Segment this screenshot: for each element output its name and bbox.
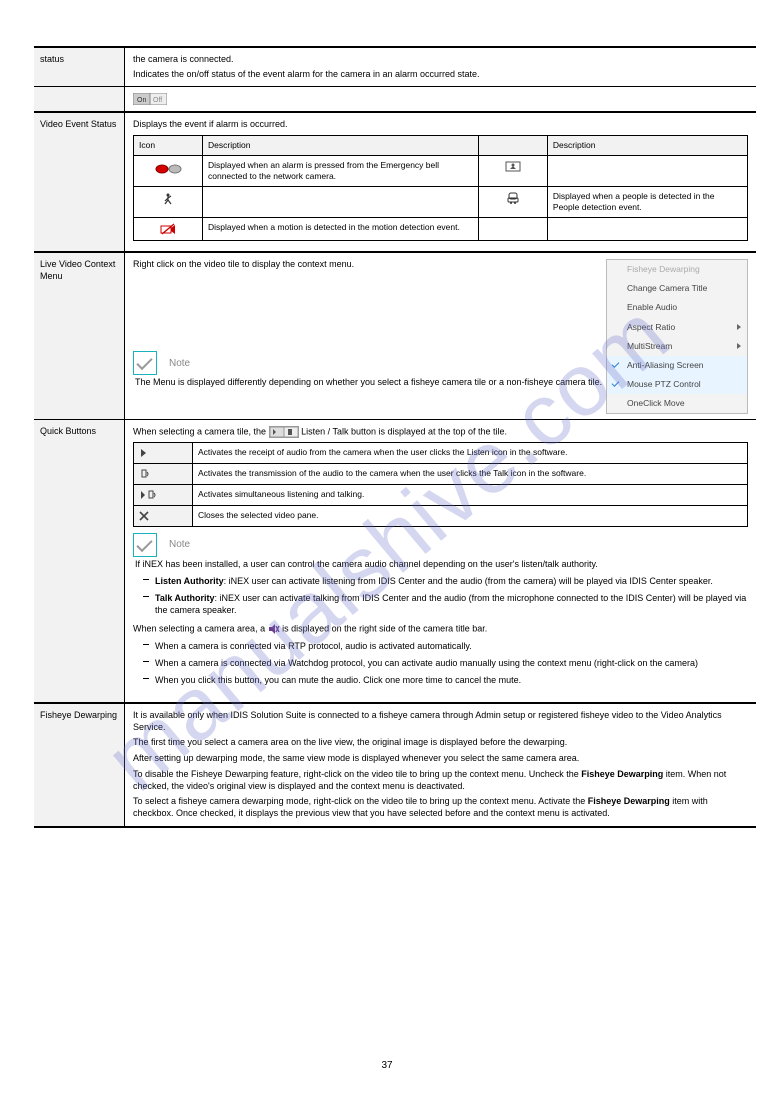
menu-antialias[interactable]: Anti-Aliasing Screen (607, 356, 747, 375)
row-video-event: Video Event Status Displays the event if… (34, 113, 756, 253)
listen-icon (134, 443, 193, 464)
listen-talk-icon (134, 485, 193, 506)
document-table: status the camera is connected. Indicate… (34, 46, 756, 828)
vehicle-detect-icon (478, 187, 547, 218)
row-status: status the camera is connected. Indicate… (34, 48, 756, 87)
row-label: Live Video Context Menu (34, 253, 125, 419)
menu-multistream[interactable]: MultiStream (607, 337, 747, 356)
svg-text:On: On (137, 97, 146, 104)
on-off-switch-icon: On Off (133, 93, 167, 105)
note-check-icon (133, 351, 157, 375)
talk-icon (134, 464, 193, 485)
row-label: Quick Buttons (34, 420, 125, 702)
menu-fisheye-dewarping[interactable]: Fisheye Dewarping (607, 260, 747, 279)
row-context-menu: Live Video Context Menu Right click on t… (34, 253, 756, 420)
menu-mouse-ptz[interactable]: Mouse PTZ Control (607, 375, 747, 394)
row-status-icons: On Off (34, 87, 756, 113)
event-icon-table: Icon Description Description Displayed w… (133, 135, 748, 241)
menu-change-title[interactable]: Change Camera Title (607, 279, 747, 298)
row-fisheye: Fisheye Dewarping It is available only w… (34, 704, 756, 828)
people-detect-icon (478, 156, 547, 187)
row-quick-buttons: Quick Buttons When selecting a camera ti… (34, 420, 756, 704)
row-label: Video Event Status (34, 113, 125, 251)
quick-button-table: Activates the receipt of audio from the … (133, 442, 748, 526)
menu-aspect-ratio[interactable]: Aspect Ratio (607, 318, 747, 337)
motion-detect-icon (134, 187, 203, 218)
svg-text:Off: Off (153, 97, 162, 104)
context-menu: Fisheye Dewarping Change Camera Title En… (606, 259, 748, 413)
row-label: Fisheye Dewarping (34, 704, 125, 826)
row-label: status (34, 48, 125, 86)
video-loss-icon (134, 218, 203, 241)
note-check-icon (133, 533, 157, 557)
menu-enable-audio[interactable]: Enable Audio (607, 298, 747, 317)
menu-oneclick-move[interactable]: OneClick Move (607, 394, 747, 413)
listen-talk-bar-icon (269, 426, 299, 438)
page-number: 37 (381, 1060, 392, 1071)
speaker-mute-icon (268, 623, 280, 633)
row-content: the camera is connected. Indicates the o… (125, 48, 756, 86)
bell-alarm-icon (134, 156, 203, 187)
close-icon (134, 506, 193, 526)
